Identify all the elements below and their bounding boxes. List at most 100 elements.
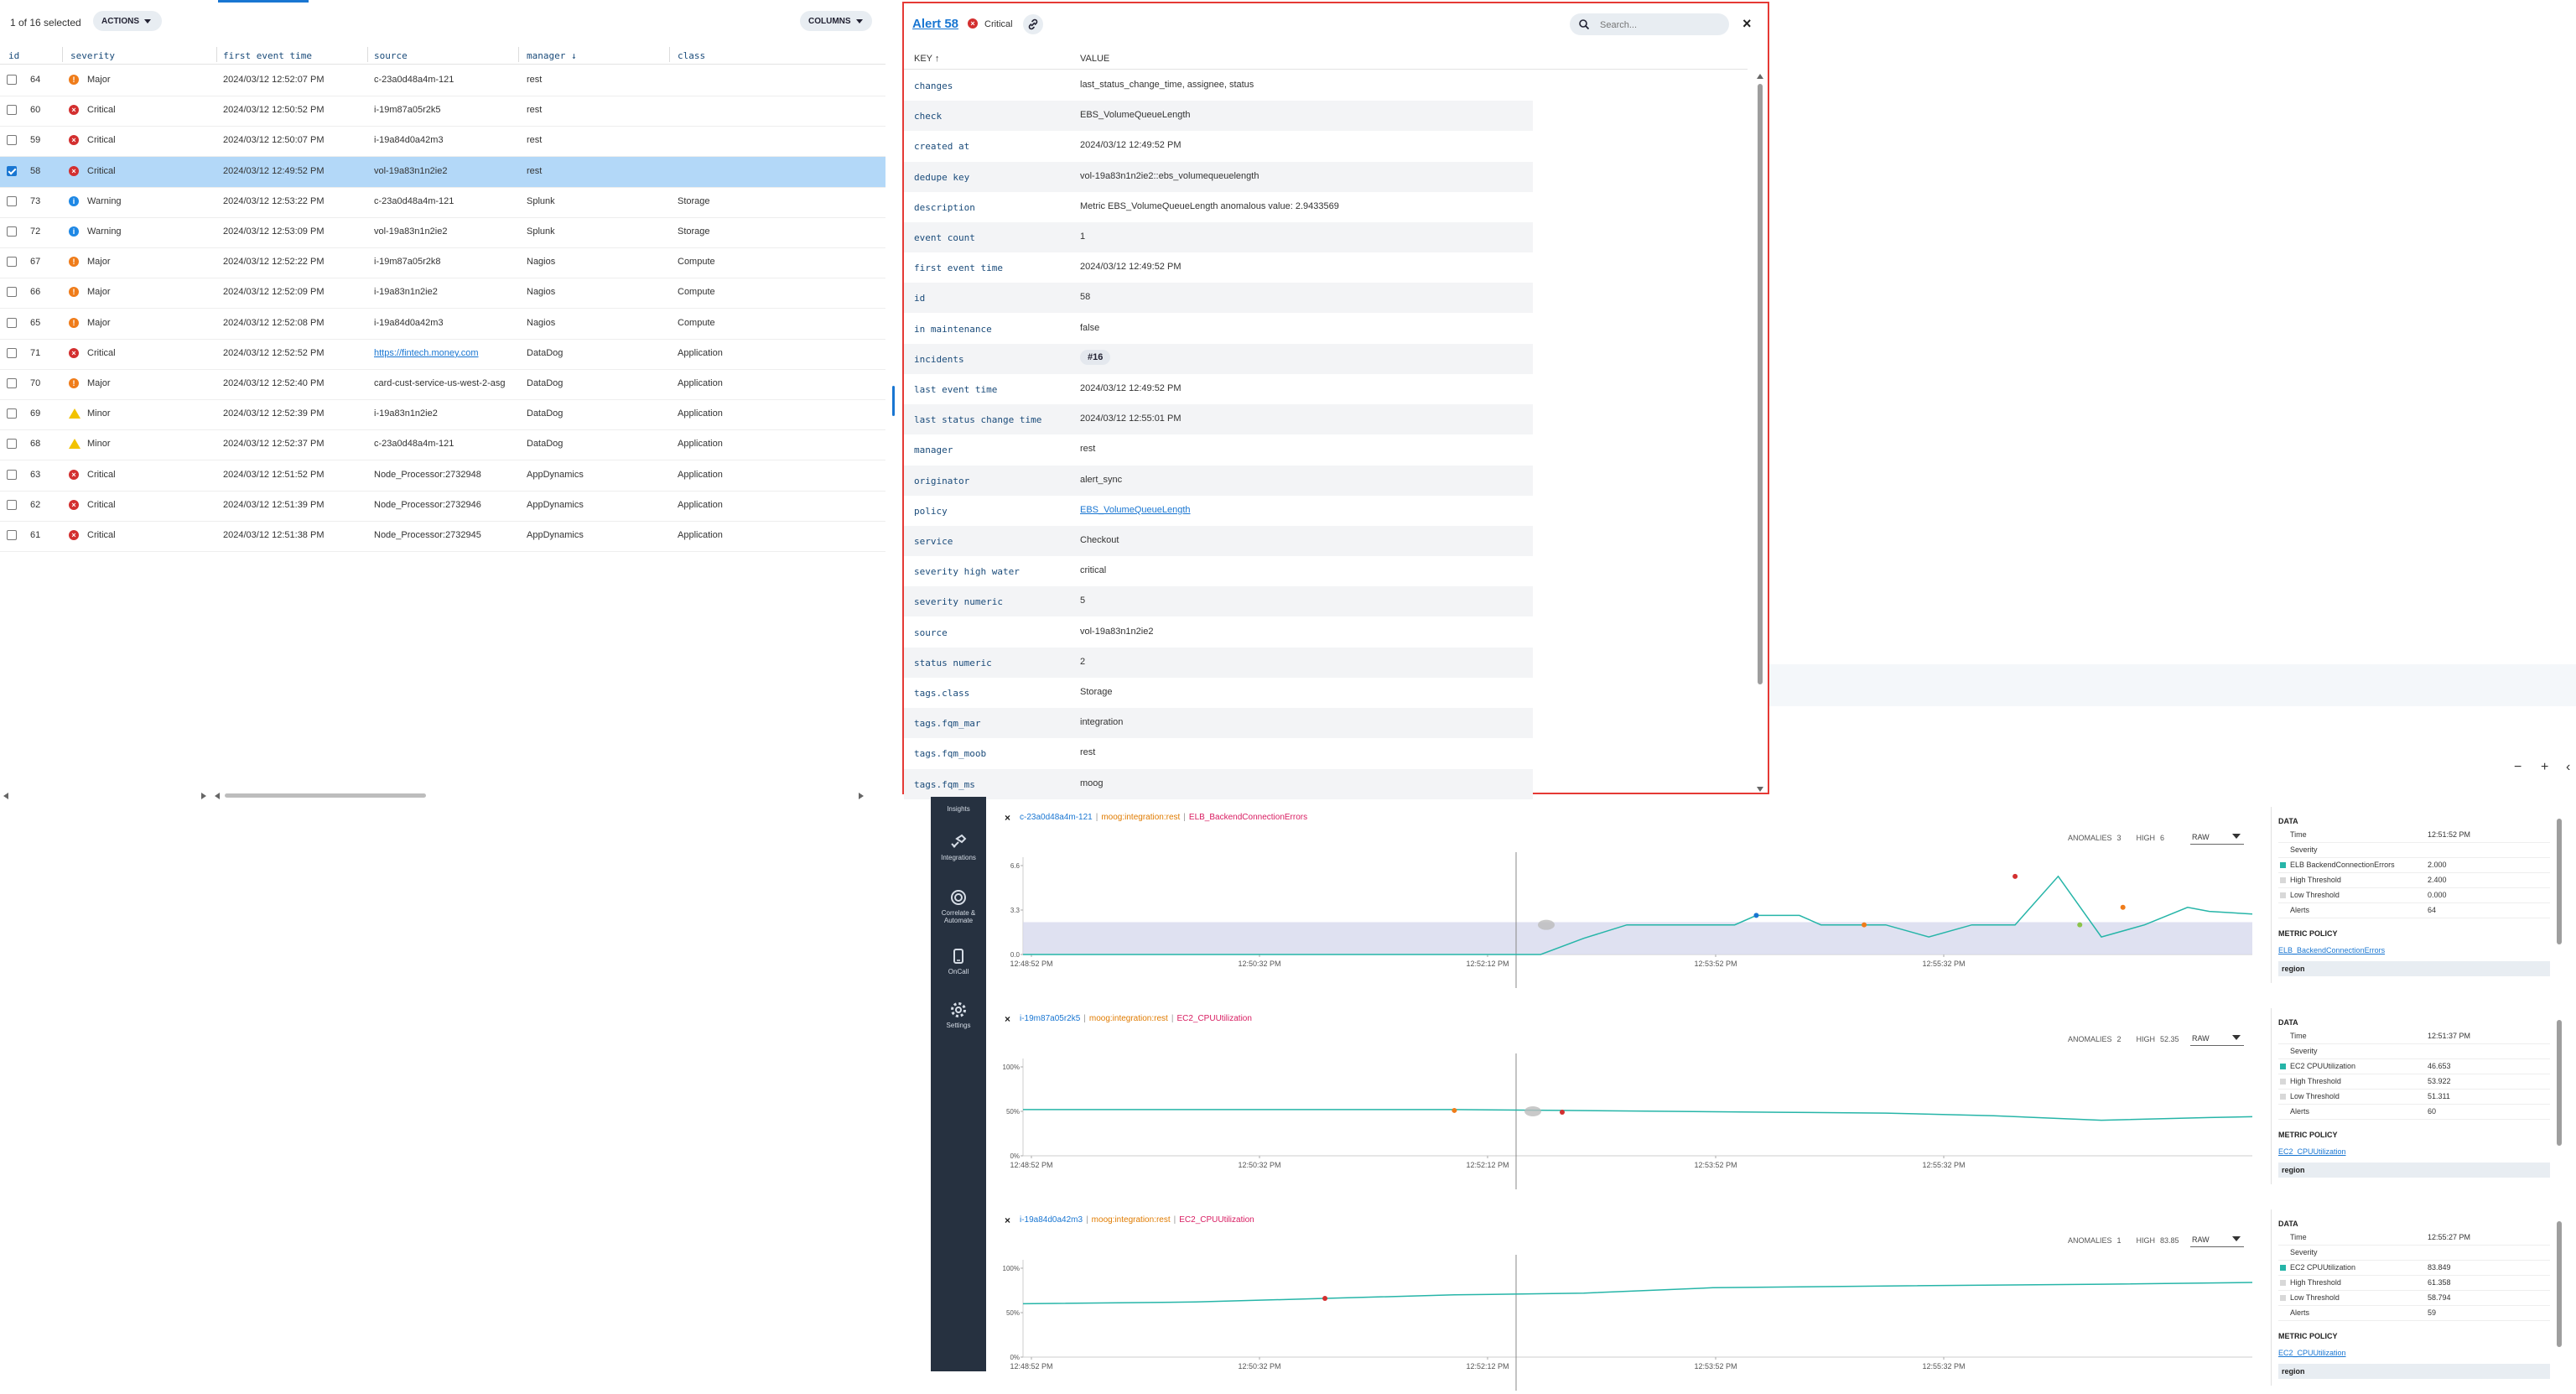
chart-canvas[interactable]: 100% 50% 0%12:48:52 PM 12:50:32 PM 12:52:12 …: [996, 1008, 2262, 1193]
column-header-id[interactable]: id: [8, 50, 19, 61]
column-divider[interactable]: [518, 47, 519, 62]
sidebar-item-settings[interactable]: Settings: [931, 1001, 986, 1029]
column-divider[interactable]: [62, 47, 63, 62]
table-row[interactable]: 70! Major 2024/03/12 12:52:40 PM card-cust-…: [0, 369, 886, 400]
column-header-source[interactable]: source: [374, 50, 408, 61]
column-header-manager[interactable]: manager ↓: [527, 50, 577, 61]
columns-button[interactable]: COLUMNS: [800, 11, 872, 31]
region-section[interactable]: region: [2278, 1364, 2550, 1379]
sidebar-item-oncall[interactable]: OnCall: [931, 948, 986, 975]
row-checkbox[interactable]: [7, 226, 17, 237]
legend-swatch: [2280, 877, 2286, 883]
row-checkbox[interactable]: [7, 105, 17, 116]
anomaly-point[interactable]: [2120, 904, 2126, 910]
column-divider[interactable]: [216, 47, 217, 62]
horizontal-scrollbar[interactable]: [0, 790, 886, 800]
row-checkbox[interactable]: [7, 347, 17, 358]
zoom-in-button[interactable]: +: [2541, 760, 2548, 775]
cell-first-event-time: 2024/03/12 12:51:39 PM: [223, 499, 325, 510]
row-checkbox[interactable]: [7, 135, 17, 146]
close-icon[interactable]: ×: [1742, 15, 1752, 33]
table-row[interactable]: 59 × Critical 2024/03/12 12:50:07 PM i-19a84…: [0, 126, 886, 158]
scroll-left-icon[interactable]: [215, 793, 220, 799]
column-divider[interactable]: [669, 47, 670, 62]
anomaly-point[interactable]: [2077, 922, 2083, 928]
row-checkbox[interactable]: [7, 530, 17, 540]
table-row[interactable]: 69 Minor 2024/03/12 12:52:39 PM i-19a83n1n2…: [0, 399, 886, 431]
anomaly-point[interactable]: [1322, 1296, 1328, 1302]
row-checkbox[interactable]: [7, 195, 17, 206]
row-checkbox[interactable]: [7, 165, 17, 176]
sidebar-item-correlate[interactable]: Correlate & Automate: [931, 889, 986, 924]
row-checkbox[interactable]: [7, 257, 17, 268]
table-row[interactable]: 60 × Critical 2024/03/12 12:50:52 PM i-19m87…: [0, 96, 886, 127]
scrollbar-thumb[interactable]: [225, 793, 426, 798]
scrollbar-thumb[interactable]: [2557, 1020, 2562, 1146]
key-column-header[interactable]: KEY ↑: [914, 54, 939, 64]
source-link[interactable]: https://fintech.money.com: [374, 348, 479, 358]
search-input[interactable]: [1598, 17, 1719, 34]
row-checkbox[interactable]: [7, 378, 17, 388]
table-row[interactable]: 71 × Critical 2024/03/12 12:52:52 PM https:/…: [0, 339, 886, 370]
scroll-up-icon[interactable]: [1757, 74, 1763, 79]
sidebar-item-integrations[interactable]: Integrations: [931, 834, 986, 861]
detail-search[interactable]: [1570, 13, 1729, 35]
panel-resize-handle[interactable]: [892, 386, 895, 416]
row-checkbox[interactable]: [7, 469, 17, 480]
anomaly-point[interactable]: [1862, 922, 1867, 928]
collapse-button[interactable]: ‹: [2566, 760, 2570, 775]
zoom-out-button[interactable]: −: [2514, 760, 2521, 775]
side-panel-scrollbar[interactable]: [2557, 810, 2562, 978]
scroll-right-icon[interactable]: [859, 793, 864, 799]
scrollbar-thumb[interactable]: [1758, 84, 1763, 684]
region-section[interactable]: region: [2278, 1163, 2550, 1178]
metric-policy-link[interactable]: EC2_CPUUtilization: [2278, 1349, 2346, 1357]
scroll-right-icon[interactable]: [201, 793, 206, 799]
anomaly-point[interactable]: [1452, 1107, 1457, 1113]
copy-link-button[interactable]: [1023, 14, 1043, 34]
table-row[interactable]: 68 Minor 2024/03/12 12:52:37 PM c-23a0d48a4…: [0, 429, 886, 461]
side-panel-scrollbar[interactable]: [2557, 1012, 2562, 1179]
column-divider[interactable]: [367, 47, 368, 62]
row-checkbox[interactable]: [7, 287, 17, 298]
table-row[interactable]: 63 × Critical 2024/03/12 12:51:52 PM Node_Pr…: [0, 460, 886, 492]
table-row[interactable]: 58 × Critical 2024/03/12 12:49:52 PM vol-19a…: [0, 156, 886, 188]
anomaly-point[interactable]: [1753, 913, 1759, 918]
column-header-class[interactable]: class: [678, 50, 705, 61]
scroll-left-icon[interactable]: [3, 793, 8, 799]
detail-vertical-scrollbar[interactable]: [1756, 74, 1764, 792]
table-row[interactable]: 73 i Warning 2024/03/12 12:53:22 PM c-23a0d4…: [0, 187, 886, 218]
row-checkbox[interactable]: [7, 317, 17, 328]
table-row[interactable]: 64! Major 2024/03/12 12:52:07 PM c-23a0d48a…: [0, 65, 886, 96]
region-section[interactable]: region: [2278, 961, 2550, 976]
chart-canvas[interactable]: 100% 50% 0%12:48:52 PM 12:50:32 PM 12:52:12 …: [996, 1209, 2262, 1394]
column-header-severity[interactable]: severity: [70, 50, 115, 61]
table-row[interactable]: 66! Major 2024/03/12 12:52:09 PM i-19a83n1n…: [0, 278, 886, 309]
column-header-first-event-time[interactable]: first event time: [223, 50, 312, 61]
value-column-header[interactable]: VALUE: [1080, 54, 1109, 64]
incident-chip[interactable]: #16: [1080, 349, 1111, 365]
scroll-down-icon[interactable]: [1757, 787, 1763, 792]
metric-policy-link[interactable]: ELB_BackendConnectionErrors: [2278, 946, 2385, 954]
detail-key: dedupe key: [914, 171, 970, 183]
anomaly-point[interactable]: [2012, 873, 2018, 879]
chart-canvas[interactable]: 6.6 3.3 0.012:48:52 PM 12:50:32 PM 12:52:12 …: [996, 807, 2262, 991]
table-row[interactable]: 72 i Warning 2024/03/12 12:53:09 PM vol-19a8…: [0, 217, 886, 248]
alert-title-link[interactable]: Alert 58: [912, 17, 958, 31]
side-panel-scrollbar[interactable]: [2557, 1213, 2562, 1381]
actions-button[interactable]: ACTIONS: [93, 11, 162, 31]
sidebar-item-insights[interactable]: Insights: [931, 805, 986, 813]
scrollbar-thumb[interactable]: [2557, 819, 2562, 944]
row-checkbox[interactable]: [7, 75, 17, 85]
table-row[interactable]: 62 × Critical 2024/03/12 12:51:39 PM Node_Pr…: [0, 491, 886, 522]
row-checkbox[interactable]: [7, 439, 17, 450]
row-checkbox[interactable]: [7, 408, 17, 419]
table-row[interactable]: 65! Major 2024/03/12 12:52:08 PM i-19a84d0a…: [0, 309, 886, 340]
scrollbar-thumb[interactable]: [2557, 1221, 2562, 1347]
table-row[interactable]: 67! Major 2024/03/12 12:52:22 PM i-19m87a05…: [0, 247, 886, 279]
anomaly-point[interactable]: [1559, 1110, 1565, 1116]
policy-link[interactable]: EBS_VolumeQueueLength: [1080, 505, 1191, 515]
table-row[interactable]: 61 × Critical 2024/03/12 12:51:38 PM Node_Pr…: [0, 521, 886, 552]
metric-policy-link[interactable]: EC2_CPUUtilization: [2278, 1147, 2346, 1156]
row-checkbox[interactable]: [7, 499, 17, 510]
